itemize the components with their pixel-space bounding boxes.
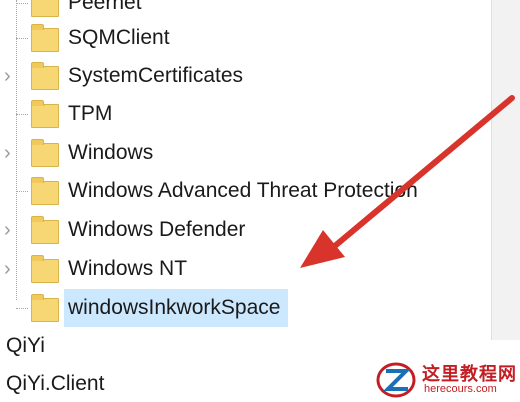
annotation-arrow <box>300 95 515 268</box>
watermark-url: herecours.com <box>424 383 497 395</box>
watermark-logo-icon <box>376 362 416 398</box>
site-watermark: 这里教程网 herecours.com <box>372 354 520 401</box>
